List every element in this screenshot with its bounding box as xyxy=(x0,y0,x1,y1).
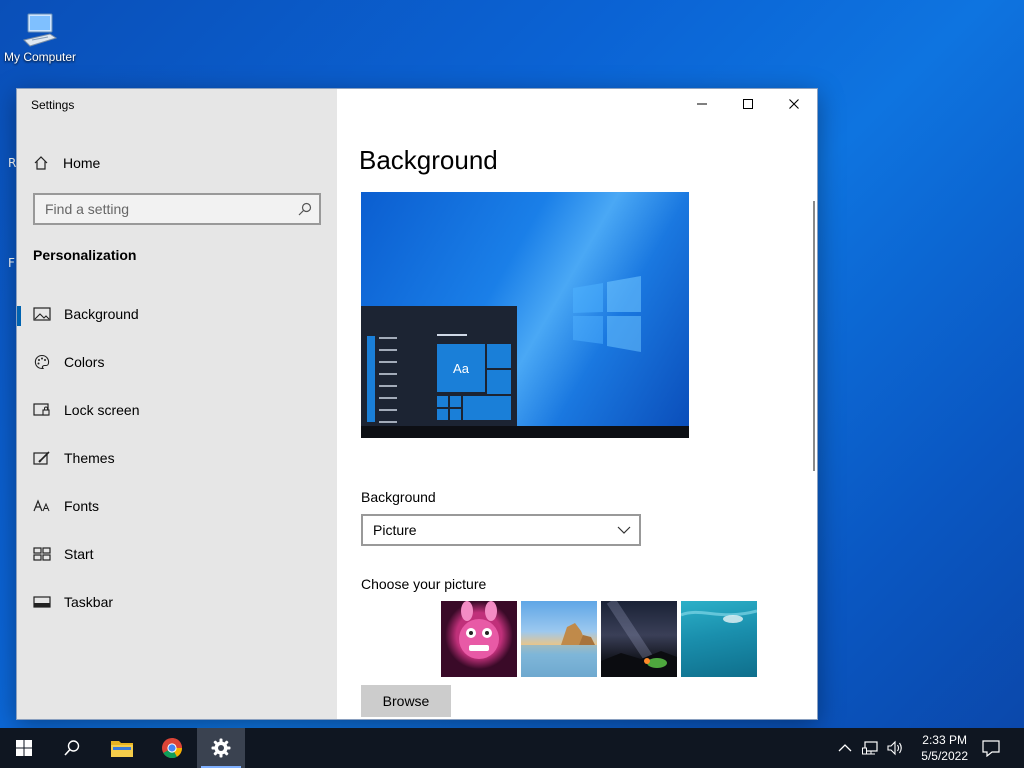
volume-tray-button[interactable] xyxy=(886,728,904,768)
sidebar-item-label: Lock screen xyxy=(64,402,140,418)
night-sky-image xyxy=(601,601,677,677)
search-input[interactable]: Find a setting xyxy=(33,193,321,225)
window-title: Settings xyxy=(31,98,75,112)
preview-tile-header xyxy=(437,334,467,336)
chrome-icon xyxy=(162,738,183,759)
sidebar-item-label: Taskbar xyxy=(64,594,114,610)
sidebar-item-label: Themes xyxy=(64,450,115,466)
desktop-preview: Aa xyxy=(361,192,689,438)
browse-button[interactable]: Browse xyxy=(361,685,451,717)
taskbar-settings[interactable] xyxy=(197,728,245,768)
picture-thumbnail[interactable] xyxy=(601,601,677,677)
desktop-icon-label: My Computer xyxy=(3,50,77,64)
sidebar-item-themes[interactable]: Themes xyxy=(17,438,337,478)
home-icon xyxy=(34,156,48,170)
sidebar-item-taskbar[interactable]: Taskbar xyxy=(17,582,337,622)
desktop-icon-my-computer[interactable]: My Computer xyxy=(2,8,78,76)
preview-start-menu: Aa xyxy=(361,306,517,426)
maximize-button[interactable] xyxy=(725,89,771,119)
taskbar-clock[interactable]: 2:33 PM 5/5/2022 xyxy=(921,732,968,764)
beach-rocks-image xyxy=(521,623,597,677)
sidebar-item-fonts[interactable]: Fonts xyxy=(17,486,337,526)
notifications-icon xyxy=(982,740,1000,757)
underwater-image xyxy=(681,609,757,623)
windows-start-icon xyxy=(16,740,32,756)
sidebar-item-label: Start xyxy=(64,546,94,562)
taskbar-icon xyxy=(33,593,51,611)
scrollbar[interactable] xyxy=(813,201,815,471)
search-placeholder: Find a setting xyxy=(45,201,130,217)
background-type-label: Background xyxy=(361,489,436,505)
start-button[interactable] xyxy=(0,728,48,768)
minimize-button[interactable] xyxy=(679,89,725,119)
window-controls xyxy=(679,89,817,119)
picture-thumbnail[interactable] xyxy=(521,601,597,677)
settings-content: Background Aa Background Picture Choose … xyxy=(337,89,817,719)
preview-tiles xyxy=(437,344,511,420)
clock-date: 5/5/2022 xyxy=(921,749,968,763)
sidebar-item-label: Fonts xyxy=(64,498,100,514)
search-icon xyxy=(298,202,312,216)
nav-home-label: Home xyxy=(63,155,101,171)
settings-gear-icon xyxy=(211,738,231,758)
chevron-down-icon xyxy=(617,526,631,534)
sidebar-item-background[interactable]: Background xyxy=(17,294,337,334)
taskbar-chrome[interactable] xyxy=(148,728,196,768)
close-button[interactable] xyxy=(771,89,817,119)
preview-app-list xyxy=(367,336,397,423)
background-type-value: Picture xyxy=(373,522,417,538)
computer-icon xyxy=(23,13,58,47)
sidebar-item-label: Colors xyxy=(64,354,105,370)
volume-icon xyxy=(887,740,902,756)
settings-window: Settings Home Find a setting Personaliza… xyxy=(16,88,818,720)
lock-screen-icon xyxy=(33,401,51,419)
sidebar-item-lock-screen[interactable]: Lock screen xyxy=(17,390,337,430)
picture-thumbnails xyxy=(441,601,757,677)
start-icon xyxy=(33,545,51,563)
picture-icon xyxy=(33,305,51,323)
sidebar-item-start[interactable]: Start xyxy=(17,534,337,574)
network-icon xyxy=(862,741,878,755)
clock-time: 2:33 PM xyxy=(922,733,967,747)
close-icon xyxy=(789,99,799,109)
taskbar-file-explorer[interactable] xyxy=(98,728,146,768)
windows-logo-icon xyxy=(573,276,641,352)
fonts-icon xyxy=(33,497,51,515)
page-title: Background xyxy=(359,145,498,175)
file-explorer-icon xyxy=(111,741,133,757)
settings-nav-pane: Settings Home Find a setting Personaliza… xyxy=(17,89,337,719)
taskbar: 2:33 PM 5/5/2022 xyxy=(0,728,1024,768)
sidebar-item-colors[interactable]: Colors xyxy=(17,342,337,382)
palette-icon xyxy=(33,353,51,371)
sidebar-item-label: Background xyxy=(64,306,139,322)
taskbar-search-button[interactable] xyxy=(48,728,96,768)
picture-thumbnail[interactable] xyxy=(441,601,517,677)
show-hidden-icons[interactable] xyxy=(838,728,852,768)
nav-section-title: Personalization xyxy=(33,247,137,263)
minimize-icon xyxy=(697,103,707,105)
network-tray-button[interactable] xyxy=(862,728,880,768)
action-center-button[interactable] xyxy=(982,728,1000,768)
choose-picture-label: Choose your picture xyxy=(361,576,487,592)
preview-taskbar xyxy=(361,426,689,438)
character-image xyxy=(459,601,499,659)
maximize-icon xyxy=(743,99,753,109)
picture-thumbnail[interactable] xyxy=(681,601,757,677)
chevron-up-icon xyxy=(838,744,852,752)
background-type-select[interactable]: Picture xyxy=(361,514,641,546)
desktop-partial-label: F xyxy=(8,256,15,270)
search-icon xyxy=(64,740,80,756)
themes-icon xyxy=(33,449,51,467)
nav-home[interactable]: Home xyxy=(33,151,100,175)
